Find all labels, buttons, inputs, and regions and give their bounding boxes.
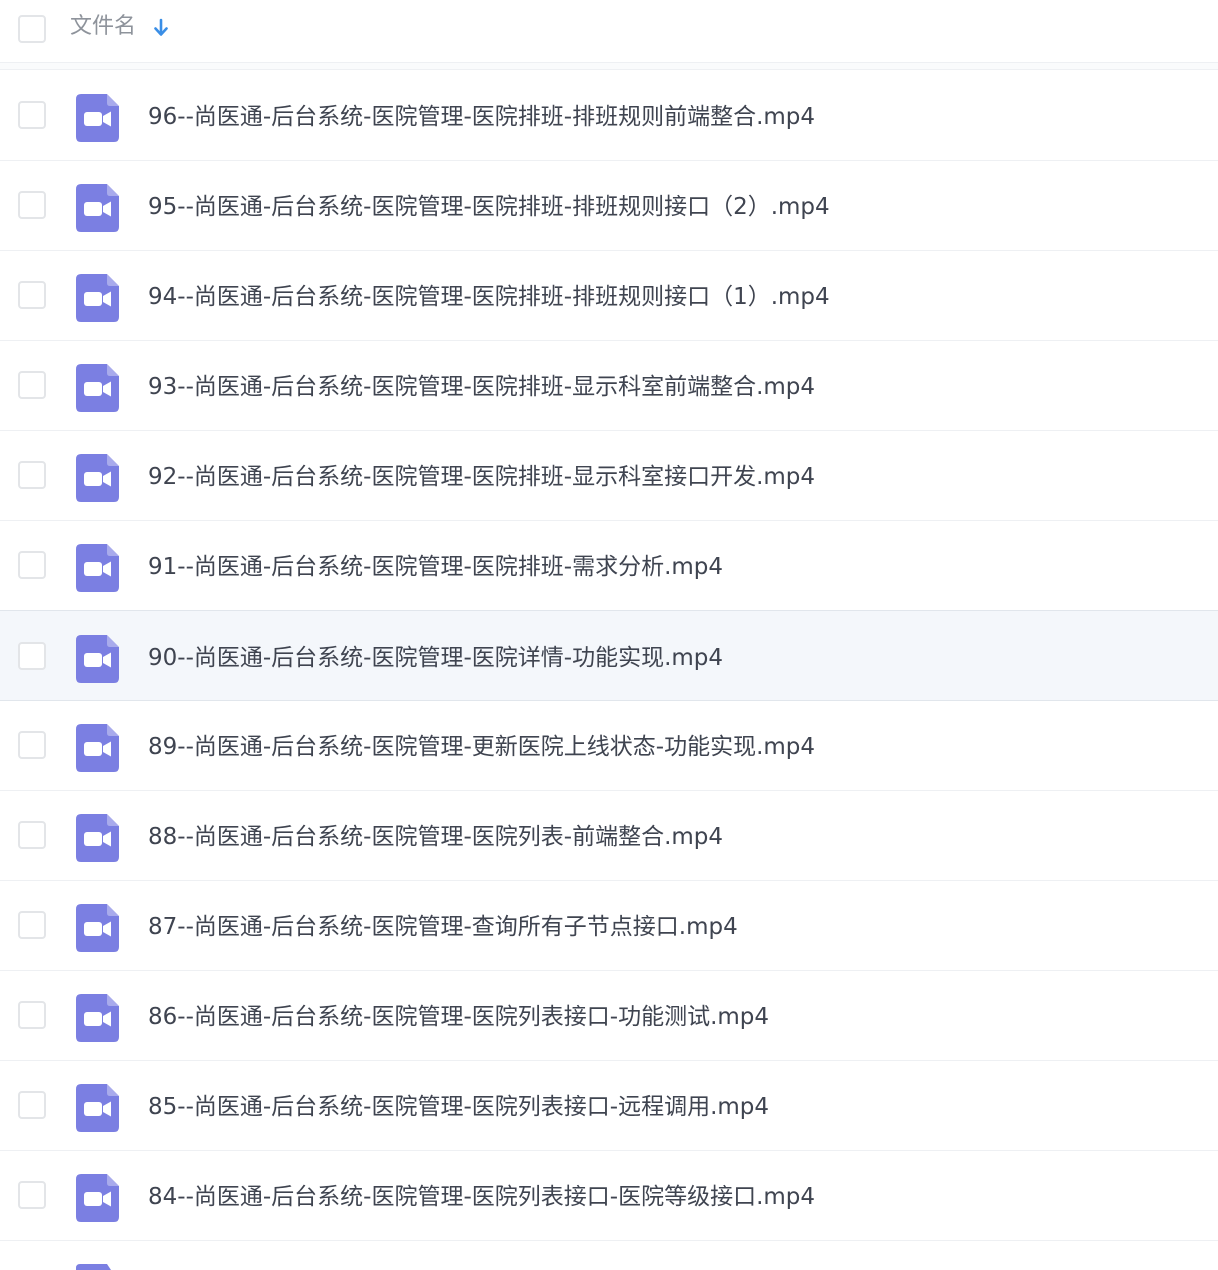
row-checkbox[interactable] xyxy=(18,461,46,489)
file-row[interactable]: 86--尚医通-后台系统-医院管理-医院列表接口-功能测试.mp4 xyxy=(0,971,1218,1061)
file-row[interactable]: 94--尚医通-后台系统-医院管理-医院排班-排班规则接口（1）.mp4 xyxy=(0,251,1218,341)
file-list: 96--尚医通-后台系统-医院管理-医院排班-排班规则前端整合.mp4 95--尚… xyxy=(0,71,1218,1241)
file-name[interactable]: 95--尚医通-后台系统-医院管理-医院排班-排班规则接口（2）.mp4 xyxy=(148,191,830,223)
video-file-icon xyxy=(76,544,119,592)
video-file-icon xyxy=(76,994,119,1042)
file-row[interactable]: 96--尚医通-后台系统-医院管理-医院排班-排班规则前端整合.mp4 xyxy=(0,71,1218,161)
video-file-icon xyxy=(76,274,119,322)
row-checkbox[interactable] xyxy=(18,1091,46,1119)
file-row[interactable]: 92--尚医通-后台系统-医院管理-医院排班-显示科室接口开发.mp4 xyxy=(0,431,1218,521)
video-file-icon xyxy=(76,814,119,862)
row-checkbox[interactable] xyxy=(18,911,46,939)
file-name[interactable]: 92--尚医通-后台系统-医院管理-医院排班-显示科室接口开发.mp4 xyxy=(148,461,815,493)
row-checkbox[interactable] xyxy=(18,731,46,759)
row-checkbox[interactable] xyxy=(18,551,46,579)
video-file-icon xyxy=(76,1264,111,1270)
file-row[interactable]: 84--尚医通-后台系统-医院管理-医院列表接口-医院等级接口.mp4 xyxy=(0,1151,1218,1241)
file-row[interactable]: 85--尚医通-后台系统-医院管理-医院列表接口-远程调用.mp4 xyxy=(0,1061,1218,1151)
file-row[interactable]: 95--尚医通-后台系统-医院管理-医院排班-排班规则接口（2）.mp4 xyxy=(0,161,1218,251)
file-row[interactable]: 91--尚医通-后台系统-医院管理-医院排班-需求分析.mp4 xyxy=(0,521,1218,611)
file-name[interactable]: 94--尚医通-后台系统-医院管理-医院排班-排班规则接口（1）.mp4 xyxy=(148,281,830,313)
row-checkbox[interactable] xyxy=(18,101,46,129)
row-checkbox[interactable] xyxy=(18,1181,46,1209)
video-file-icon xyxy=(76,724,119,772)
row-checkbox[interactable] xyxy=(18,821,46,849)
row-checkbox[interactable] xyxy=(18,1001,46,1029)
video-file-icon xyxy=(76,184,119,232)
file-row[interactable]: 93--尚医通-后台系统-医院管理-医院排班-显示科室前端整合.mp4 xyxy=(0,341,1218,431)
file-row[interactable]: 88--尚医通-后台系统-医院管理-医院列表-前端整合.mp4 xyxy=(0,791,1218,881)
file-name[interactable]: 85--尚医通-后台系统-医院管理-医院列表接口-远程调用.mp4 xyxy=(148,1091,769,1123)
file-name[interactable]: 87--尚医通-后台系统-医院管理-查询所有子节点接口.mp4 xyxy=(148,911,738,943)
row-checkbox[interactable] xyxy=(18,371,46,399)
file-name[interactable]: 89--尚医通-后台系统-医院管理-更新医院上线状态-功能实现.mp4 xyxy=(148,731,815,763)
row-checkbox[interactable] xyxy=(18,281,46,309)
row-checkbox[interactable] xyxy=(18,642,46,670)
file-name[interactable]: 84--尚医通-后台系统-医院管理-医院列表接口-医院等级接口.mp4 xyxy=(148,1181,815,1213)
video-file-icon xyxy=(76,454,119,502)
file-row[interactable]: 89--尚医通-后台系统-医院管理-更新医院上线状态-功能实现.mp4 xyxy=(0,701,1218,791)
file-name[interactable]: 88--尚医通-后台系统-医院管理-医院列表-前端整合.mp4 xyxy=(148,821,723,853)
header-divider xyxy=(0,62,1218,70)
file-row[interactable]: 87--尚医通-后台系统-医院管理-查询所有子节点接口.mp4 xyxy=(0,881,1218,971)
file-name[interactable]: 90--尚医通-后台系统-医院管理-医院详情-功能实现.mp4 xyxy=(148,642,723,674)
video-file-icon xyxy=(76,94,119,142)
file-row[interactable]: 90--尚医通-后台系统-医院管理-医院详情-功能实现.mp4 xyxy=(0,610,1218,701)
filename-column-header[interactable]: 文件名 xyxy=(70,12,136,42)
row-checkbox[interactable] xyxy=(18,191,46,219)
video-file-icon xyxy=(76,635,119,683)
file-list-header: 文件名 xyxy=(0,0,1218,62)
video-file-icon xyxy=(76,1174,119,1222)
arrow-down-icon[interactable] xyxy=(152,18,170,38)
file-name[interactable]: 96--尚医通-后台系统-医院管理-医院排班-排班规则前端整合.mp4 xyxy=(148,101,815,133)
video-file-icon xyxy=(76,904,119,952)
select-all-checkbox[interactable] xyxy=(18,15,46,43)
file-name[interactable]: 91--尚医通-后台系统-医院管理-医院排班-需求分析.mp4 xyxy=(148,551,723,583)
file-name[interactable]: 93--尚医通-后台系统-医院管理-医院排班-显示科室前端整合.mp4 xyxy=(148,371,815,403)
video-file-icon xyxy=(76,364,119,412)
file-name[interactable]: 86--尚医通-后台系统-医院管理-医院列表接口-功能测试.mp4 xyxy=(148,1001,769,1033)
video-file-icon xyxy=(76,1084,119,1132)
